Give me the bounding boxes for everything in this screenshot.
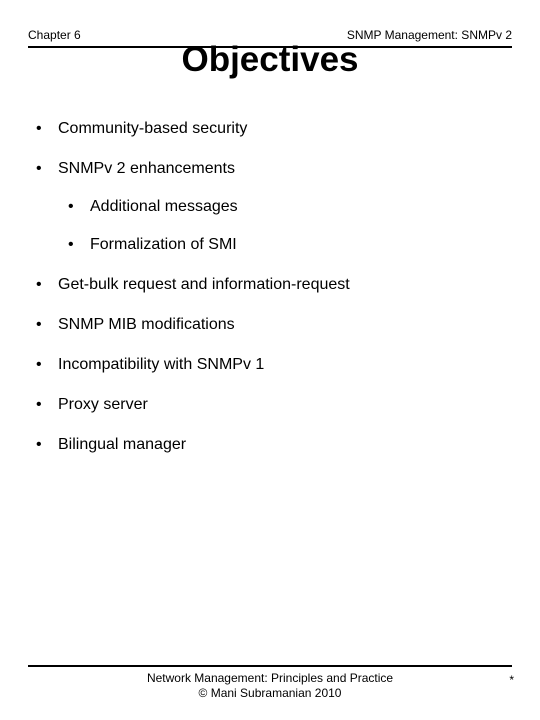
list-item: Formalization of SMI (58, 236, 512, 254)
list-item: Bilingual manager (28, 436, 512, 454)
list-item: Proxy server (28, 396, 512, 414)
footer-divider (28, 665, 512, 667)
footer-line-book: Network Management: Principles and Pract… (28, 671, 512, 687)
page-title: Objectives (0, 40, 540, 80)
footer-line-copyright: © Mani Subramanian 2010 (28, 686, 512, 702)
topic-label: SNMP Management: SNMPv 2 (347, 28, 512, 42)
chapter-label: Chapter 6 (28, 28, 81, 42)
content-area: Community-based security SNMPv 2 enhance… (0, 120, 540, 454)
list-item: Community-based security (28, 120, 512, 138)
list-item: Incompatibility with SNMPv 1 (28, 356, 512, 374)
list-item: Additional messages (58, 198, 512, 216)
list-item-text: SNMPv 2 enhancements (58, 160, 235, 177)
list-item: SNMPv 2 enhancements Additional messages… (28, 160, 512, 254)
list-item: Get-bulk request and information-request (28, 276, 512, 294)
page-number-mark: * (509, 673, 514, 687)
list-item: SNMP MIB modifications (28, 316, 512, 334)
